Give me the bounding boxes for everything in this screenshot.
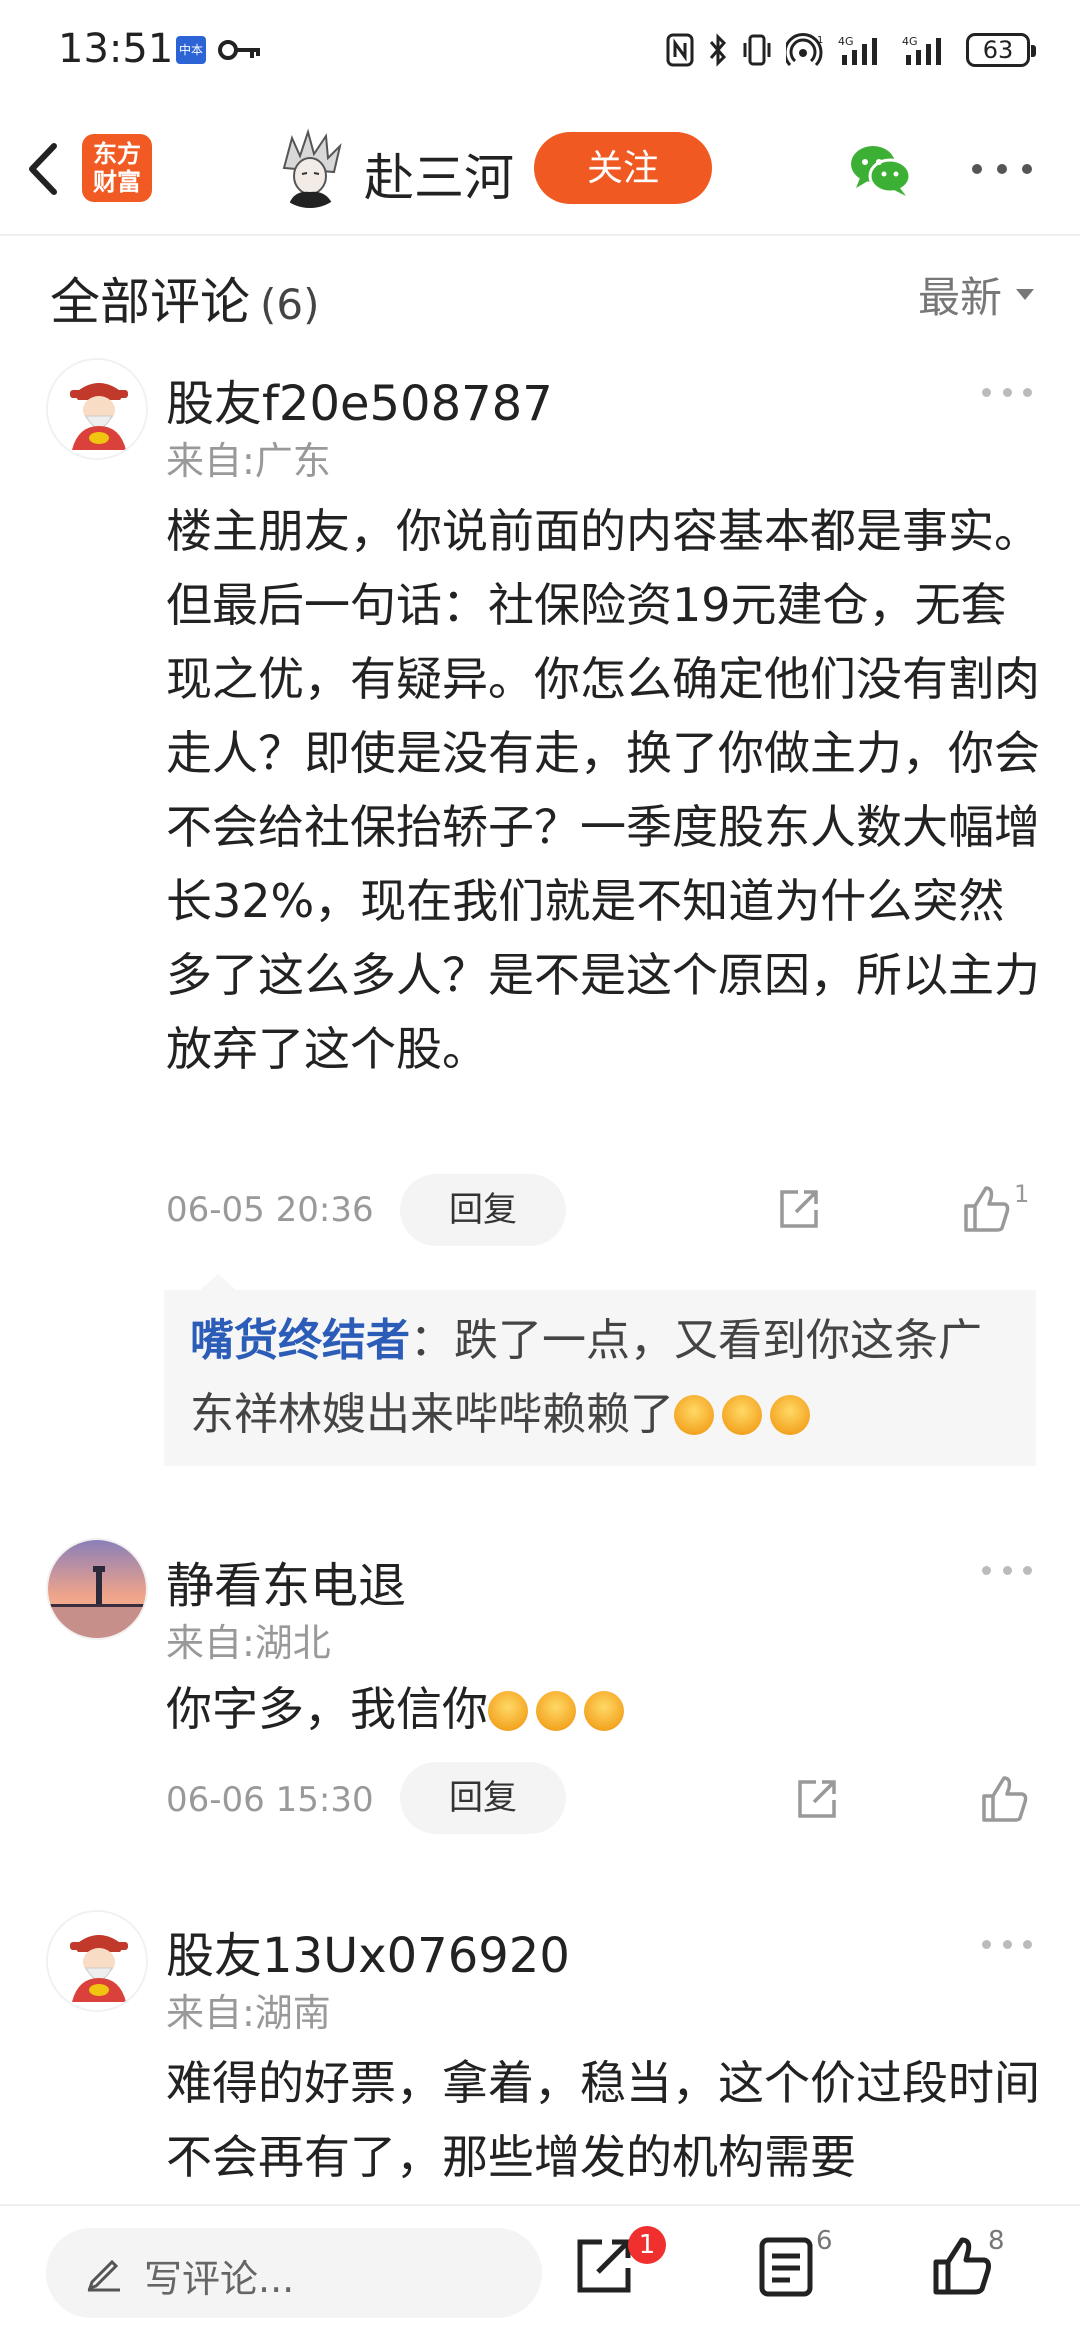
dropdown-arrow-icon [1016, 289, 1034, 300]
sort-dropdown[interactable]: 最新 [918, 264, 1034, 325]
comment-total: 6 [816, 2226, 833, 2256]
comments-section-header: 全部评论 (6) 最新 [0, 238, 1080, 348]
status-bar: 13:51 中本 1 4G 4G 63 [0, 0, 1080, 100]
svg-text:4G: 4G [838, 35, 854, 48]
key-icon [218, 40, 260, 60]
follow-button[interactable]: 关注 [534, 132, 712, 204]
section-title: 全部评论 (6) [50, 262, 320, 334]
share-badge: 1 [628, 2226, 666, 2264]
comment-more-icon[interactable] [982, 388, 1032, 398]
smile-emoji-icon [536, 1691, 576, 1731]
comment-text: 楼主朋友，你说前面的内容基本都是事实。但最后一句话：社保险资19元建仓，无套现之… [166, 504, 1040, 1076]
avatar[interactable] [46, 1538, 148, 1640]
comment-input-placeholder: 写评论... [144, 2257, 295, 2301]
comment-username[interactable]: 静看东电退 [166, 1546, 406, 1616]
post-header: 东方财富 赴三河 关注 [0, 100, 1080, 236]
caishen-avatar-icon [48, 360, 146, 458]
comment-location: 来自:湖南 [166, 1991, 331, 2035]
reply-username[interactable]: 嘴货终结者 [190, 1315, 410, 1366]
author-avatar[interactable] [270, 128, 350, 208]
status-time: 13:51 [58, 26, 174, 72]
confused-emoji-icon [722, 1395, 762, 1435]
share-icon[interactable] [572, 2234, 636, 2298]
avatar[interactable] [46, 1910, 148, 2012]
comment-count: (6) [260, 280, 320, 329]
share-icon[interactable] [776, 1186, 822, 1232]
battery-indicator: 63 [966, 33, 1036, 67]
comment-username[interactable]: 股友13Ux076920 [166, 1916, 570, 1986]
like-count: 1 [1014, 1180, 1030, 1208]
smile-emoji-icon [584, 1691, 624, 1731]
signal-4g-icon: 4G [838, 35, 877, 65]
thinking-emoji-icon [674, 1395, 714, 1435]
sort-label: 最新 [917, 273, 1002, 322]
vibrate-icon [743, 34, 771, 66]
back-arrow-icon[interactable] [20, 138, 68, 200]
reply-thread[interactable]: 嘴货终结者：跌了一点，又看到你这条广东祥林嫂出来哔哔赖赖了 [164, 1274, 1036, 1466]
comment-location: 来自:广东 [166, 439, 331, 483]
nfc-icon [666, 33, 694, 67]
comment-text-content: 你字多，我信你 [166, 1682, 488, 1736]
more-options-icon[interactable] [972, 164, 1032, 176]
app-logo[interactable]: 东方财富 [82, 134, 152, 202]
hotspot-icon: 1 [786, 33, 823, 67]
anime-avatar-icon [270, 128, 350, 208]
reply-button[interactable]: 回复 [400, 1174, 566, 1246]
comment-text: 难得的好票，拿着，稳当，这个价过段时间不会再有了，那些增发的机构需要 [166, 2056, 1040, 2184]
comment-location: 来自:湖北 [166, 1621, 331, 1665]
comment-input[interactable]: 写评论... [46, 2228, 542, 2318]
section-title-label: 全部评论 [50, 273, 250, 331]
comment-time: 06-05 20:36 [166, 1190, 374, 1230]
comment-username[interactable]: 股友f20e508787 [166, 364, 553, 434]
pencil-icon [87, 2259, 120, 2292]
comment-time: 06-06 15:30 [166, 1780, 374, 1820]
bottom-action-bar: 写评论... 1 6 8 [0, 2204, 1080, 2340]
comment-more-icon[interactable] [982, 1940, 1032, 1950]
caishen-avatar-icon [48, 1912, 146, 2010]
wechat-icon[interactable] [848, 142, 912, 198]
thumbs-up-icon[interactable] [980, 1774, 1030, 1824]
author-name[interactable]: 赴三河 [364, 138, 514, 210]
signal-4g-icon: 4G [902, 35, 941, 65]
dog-emoji-icon [770, 1395, 810, 1435]
sunset-avatar-icon [48, 1540, 146, 1638]
thumbs-up-icon[interactable] [930, 2234, 994, 2298]
share-icon[interactable] [794, 1776, 840, 1822]
reply-button[interactable]: 回复 [400, 1762, 566, 1834]
svg-text:1: 1 [817, 35, 823, 46]
avatar[interactable] [46, 358, 148, 460]
thumbs-up-icon[interactable] [962, 1184, 1012, 1234]
bluetooth-icon [709, 33, 727, 67]
comment-more-icon[interactable] [982, 1566, 1032, 1576]
smile-emoji-icon [488, 1691, 528, 1731]
carrier-icon: 中本 [176, 36, 206, 64]
comment-text: 你字多，我信你 [166, 1672, 1046, 1746]
comment-list-icon[interactable] [754, 2234, 818, 2298]
svg-text:4G: 4G [902, 35, 918, 48]
like-total: 8 [988, 2226, 1005, 2256]
status-icons: 1 4G 4G 63 [666, 30, 1036, 70]
